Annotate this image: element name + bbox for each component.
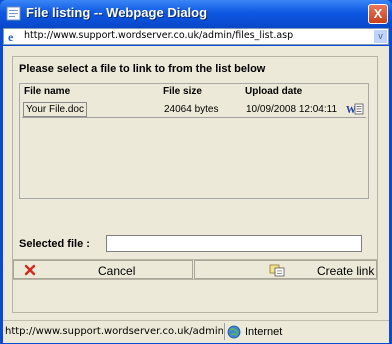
- file-size-cell: 24064 bytes: [164, 104, 219, 115]
- close-button[interactable]: X: [368, 4, 388, 24]
- column-header-file-size: File size: [163, 86, 202, 97]
- dialog-content: Please select a file to link to from the…: [3, 46, 389, 320]
- status-bar: http://www.support.wordserver.co.uk/admi…: [3, 320, 389, 343]
- file-panel: Please select a file to link to from the…: [12, 56, 378, 313]
- selected-file-input[interactable]: [106, 235, 362, 252]
- upload-date-cell: 10/09/2008 12:04:11: [246, 104, 338, 115]
- security-zone-label: Internet: [245, 326, 283, 338]
- column-header-upload-date: Upload date: [245, 86, 303, 97]
- svg-text:W: W: [346, 105, 356, 115]
- title-bar[interactable]: File listing -- Webpage Dialog X: [0, 0, 392, 28]
- cancel-button-label: Cancel: [98, 264, 136, 278]
- create-link-button[interactable]: Create link: [194, 260, 377, 279]
- address-bar[interactable]: e http://www.support.wordserver.co.uk/ad…: [3, 28, 389, 45]
- window-title: File listing -- Webpage Dialog: [26, 5, 208, 20]
- red-x-icon: [24, 264, 36, 276]
- globe-icon: [227, 325, 241, 339]
- column-header-file-name: File name: [24, 86, 71, 97]
- word-doc-icon: W: [346, 103, 364, 115]
- status-url: http://www.support.wordserver.co.uk/admi…: [5, 326, 223, 337]
- link-document-icon: [269, 264, 285, 277]
- list-header: File name File size Upload date: [20, 84, 368, 98]
- instruction-text: Please select a file to link to from the…: [19, 63, 266, 75]
- dialog-window: File listing -- Webpage Dialog X e http:…: [0, 0, 392, 344]
- address-dropdown-button[interactable]: v: [374, 30, 387, 43]
- ie-logo-icon: e: [8, 30, 14, 43]
- ie-page-icon: [6, 6, 21, 21]
- svg-text:e: e: [8, 30, 14, 43]
- create-link-label: Create link: [317, 264, 375, 278]
- selected-file-label: Selected file :: [19, 238, 90, 250]
- file-name-cell[interactable]: Your File.doc: [23, 102, 87, 117]
- file-row[interactable]: Your File.doc 24064 bytes 10/09/2008 12:…: [22, 102, 366, 118]
- button-bar: Cancel Create link: [13, 259, 377, 280]
- cancel-button[interactable]: Cancel: [13, 260, 193, 279]
- status-divider: [224, 323, 225, 340]
- file-list[interactable]: File name File size Upload date Your Fil…: [19, 83, 369, 199]
- address-url: http://www.support.wordserver.co.uk/admi…: [24, 30, 294, 41]
